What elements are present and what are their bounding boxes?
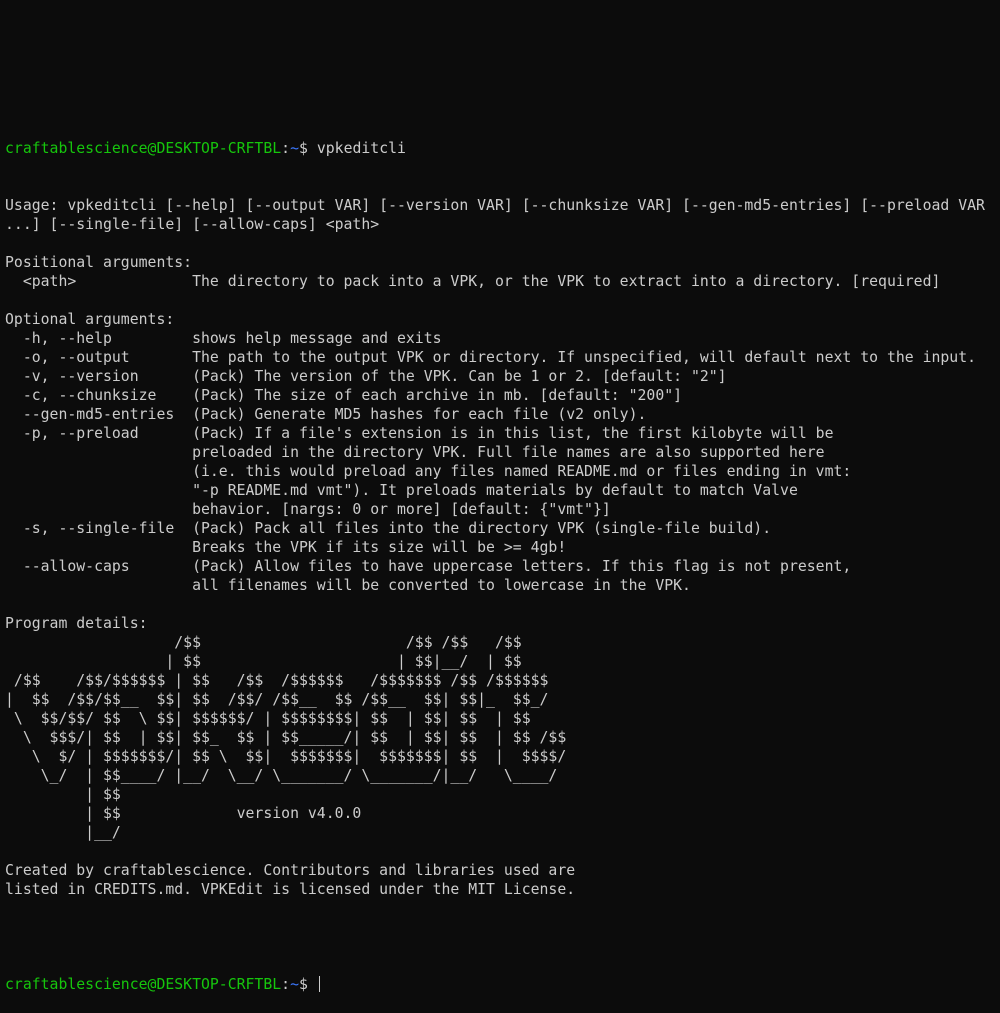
- output-line: /$$ /$$ /$$ /$$: [5, 634, 522, 651]
- output-line: -h, --help shows help message and exits: [5, 330, 442, 347]
- output-line: \ $$/$$/ $$ \ $$| $$$$$$/ | $$$$$$$$| $$…: [5, 710, 531, 727]
- output-line: | $$ | $$|__/ | $$: [5, 653, 522, 670]
- active-prompt-symbol: $: [299, 976, 317, 993]
- output-line: Created by craftablescience. Contributor…: [5, 862, 576, 879]
- output-line: /$$ /$$/$$$$$$ | $$ /$$ /$$$$$$ /$$$$$$$…: [5, 672, 549, 689]
- active-prompt-path: ~: [290, 976, 300, 993]
- prompt-line: craftablescience@DESKTOP-CRFTBL:~$ vpked…: [5, 139, 1000, 158]
- active-prompt-separator: :: [281, 976, 291, 993]
- output-line: -c, --chunksize (Pack) The size of each …: [5, 387, 683, 404]
- output-line: all filenames will be converted to lower…: [5, 577, 691, 594]
- output-line: -s, --single-file (Pack) Pack all files …: [5, 520, 772, 537]
- output-line: | $$ version v4.0.0: [5, 805, 362, 822]
- output-line: --allow-caps (Pack) Allow files to have …: [5, 558, 852, 575]
- output-line: "-p README.md vmt"). It preloads materia…: [5, 482, 798, 499]
- prompt-path: ~: [290, 140, 300, 157]
- output-line: Breaks the VPK if its size will be >= 4g…: [5, 539, 567, 556]
- active-prompt-user-host: craftablescience@DESKTOP-CRFTBL: [5, 976, 282, 993]
- output-line: behavior. [nargs: 0 or more] [default: {…: [5, 501, 611, 518]
- output-line: |__/: [5, 824, 121, 841]
- prompt-user-host: craftablescience@DESKTOP-CRFTBL: [5, 140, 282, 157]
- command-output: Usage: vpkeditcli [--help] [--output VAR…: [5, 196, 1000, 937]
- text-cursor[interactable]: [318, 976, 320, 992]
- output-line: | $$ /$$/$$__ $$| $$ /$$/ /$$__ $$ /$$__…: [5, 691, 549, 708]
- output-line: Optional arguments:: [5, 311, 175, 328]
- output-line: ...] [--single-file] [--allow-caps] <pat…: [5, 216, 380, 233]
- prompt-separator: :: [281, 140, 291, 157]
- command-text: vpkeditcli: [316, 140, 406, 157]
- output-line: \ $/ | $$$$$$$/| $$ \ $$| $$$$$$$| $$$$$…: [5, 748, 567, 765]
- output-line: -p, --preload (Pack) If a file's extensi…: [5, 425, 834, 442]
- output-line: | $$: [5, 786, 121, 803]
- output-line: --gen-md5-entries (Pack) Generate MD5 ha…: [5, 406, 647, 423]
- prompt-symbol: $: [299, 140, 317, 157]
- output-line: -v, --version (Pack) The version of the …: [5, 368, 727, 385]
- terminal-window[interactable]: craftablescience@DESKTOP-CRFTBL:~$ vpked…: [5, 101, 1000, 1013]
- output-line: \ $$$/| $$ | $$| $$_ $$ | $$_____/| $$ |…: [5, 729, 567, 746]
- output-line: preloaded in the directory VPK. Full fil…: [5, 444, 825, 461]
- output-line: (i.e. this would preload any files named…: [5, 463, 852, 480]
- output-line: listed in CREDITS.md. VPKEdit is license…: [5, 881, 576, 898]
- output-line: <path> The directory to pack into a VPK,…: [5, 273, 941, 290]
- output-line: -o, --output The path to the output VPK …: [5, 349, 977, 366]
- output-line: Program details:: [5, 615, 148, 632]
- output-line: Positional arguments:: [5, 254, 193, 271]
- output-line: Usage: vpkeditcli [--help] [--output VAR…: [5, 197, 985, 214]
- output-line: \_/ | $$____/ |__/ \__/ \_______/ \_____…: [5, 767, 558, 784]
